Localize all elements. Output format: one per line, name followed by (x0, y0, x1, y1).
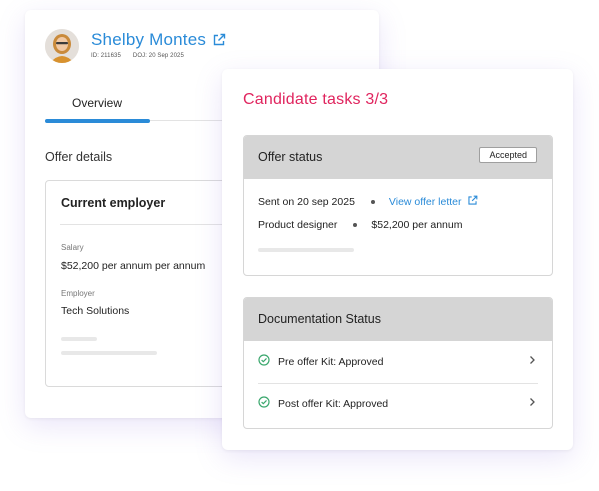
candidate-meta: ID: 211635 DOJ: 20 Sep 2025 (91, 53, 184, 59)
view-offer-letter-link[interactable]: View offer letter (389, 195, 478, 209)
chevron-right-icon[interactable] (526, 353, 538, 371)
doc-item-label: Post offer Kit: Approved (278, 398, 389, 410)
current-employer-title: Current employer (61, 196, 166, 210)
offer-status-header: Offer status Accepted (244, 136, 552, 179)
employer-label: Employer (61, 289, 95, 298)
offer-sent-line: Sent on 20 sep 2025 View offer letter (258, 195, 478, 209)
view-offer-letter-label[interactable]: View offer letter (389, 196, 462, 208)
documentation-status-label: Documentation Status (258, 312, 381, 326)
documentation-status-panel: Documentation Status Pre offer Kit: Appr… (243, 297, 553, 429)
doc-item-pre-offer-kit[interactable]: Pre offer Kit: Approved (258, 352, 538, 372)
offer-role: Product designer (258, 219, 338, 231)
skeleton-line (61, 337, 97, 341)
chevron-right-icon[interactable] (526, 395, 538, 413)
bullet-dot (370, 200, 375, 204)
check-circle-icon (258, 395, 270, 413)
salary-label: Salary (61, 243, 84, 252)
tab-active-indicator (45, 119, 150, 123)
skeleton-line (61, 351, 157, 355)
offer-role-line: Product designer $52,200 per annum (258, 219, 462, 231)
offer-status-panel: Offer status Accepted Sent on 20 sep 202… (243, 135, 553, 276)
external-link-icon[interactable] (212, 33, 226, 47)
external-link-icon[interactable] (467, 195, 478, 209)
check-circle-icon (258, 353, 270, 371)
offer-salary: $52,200 per annum (371, 219, 463, 231)
skeleton-line (258, 248, 354, 252)
doc-item-label: Pre offer Kit: Approved (278, 356, 384, 368)
salary-value: $52,200 per annum per annum (61, 260, 206, 272)
employer-value: Tech Solutions (61, 305, 130, 317)
candidate-id: ID: 211635 (91, 53, 121, 59)
status-badge: Accepted (479, 147, 537, 163)
candidate-doj: DOJ: 20 Sep 2025 (132, 53, 184, 59)
offer-details-title: Offer details (45, 150, 113, 164)
candidate-tasks-title: Candidate tasks 3/3 (243, 91, 389, 108)
offer-status-label: Offer status (258, 150, 323, 164)
candidate-name[interactable]: Shelby Montes (91, 30, 206, 50)
avatar (45, 29, 79, 63)
documentation-status-header: Documentation Status (244, 298, 552, 341)
divider (258, 383, 538, 384)
doc-item-post-offer-kit[interactable]: Post offer Kit: Approved (258, 394, 538, 414)
tab-overview[interactable]: Overview (72, 96, 122, 110)
bullet-dot (353, 223, 358, 227)
offer-sent-date: Sent on 20 sep 2025 (258, 196, 355, 208)
candidate-tasks-card: Candidate tasks 3/3 Offer status Accepte… (222, 69, 573, 450)
